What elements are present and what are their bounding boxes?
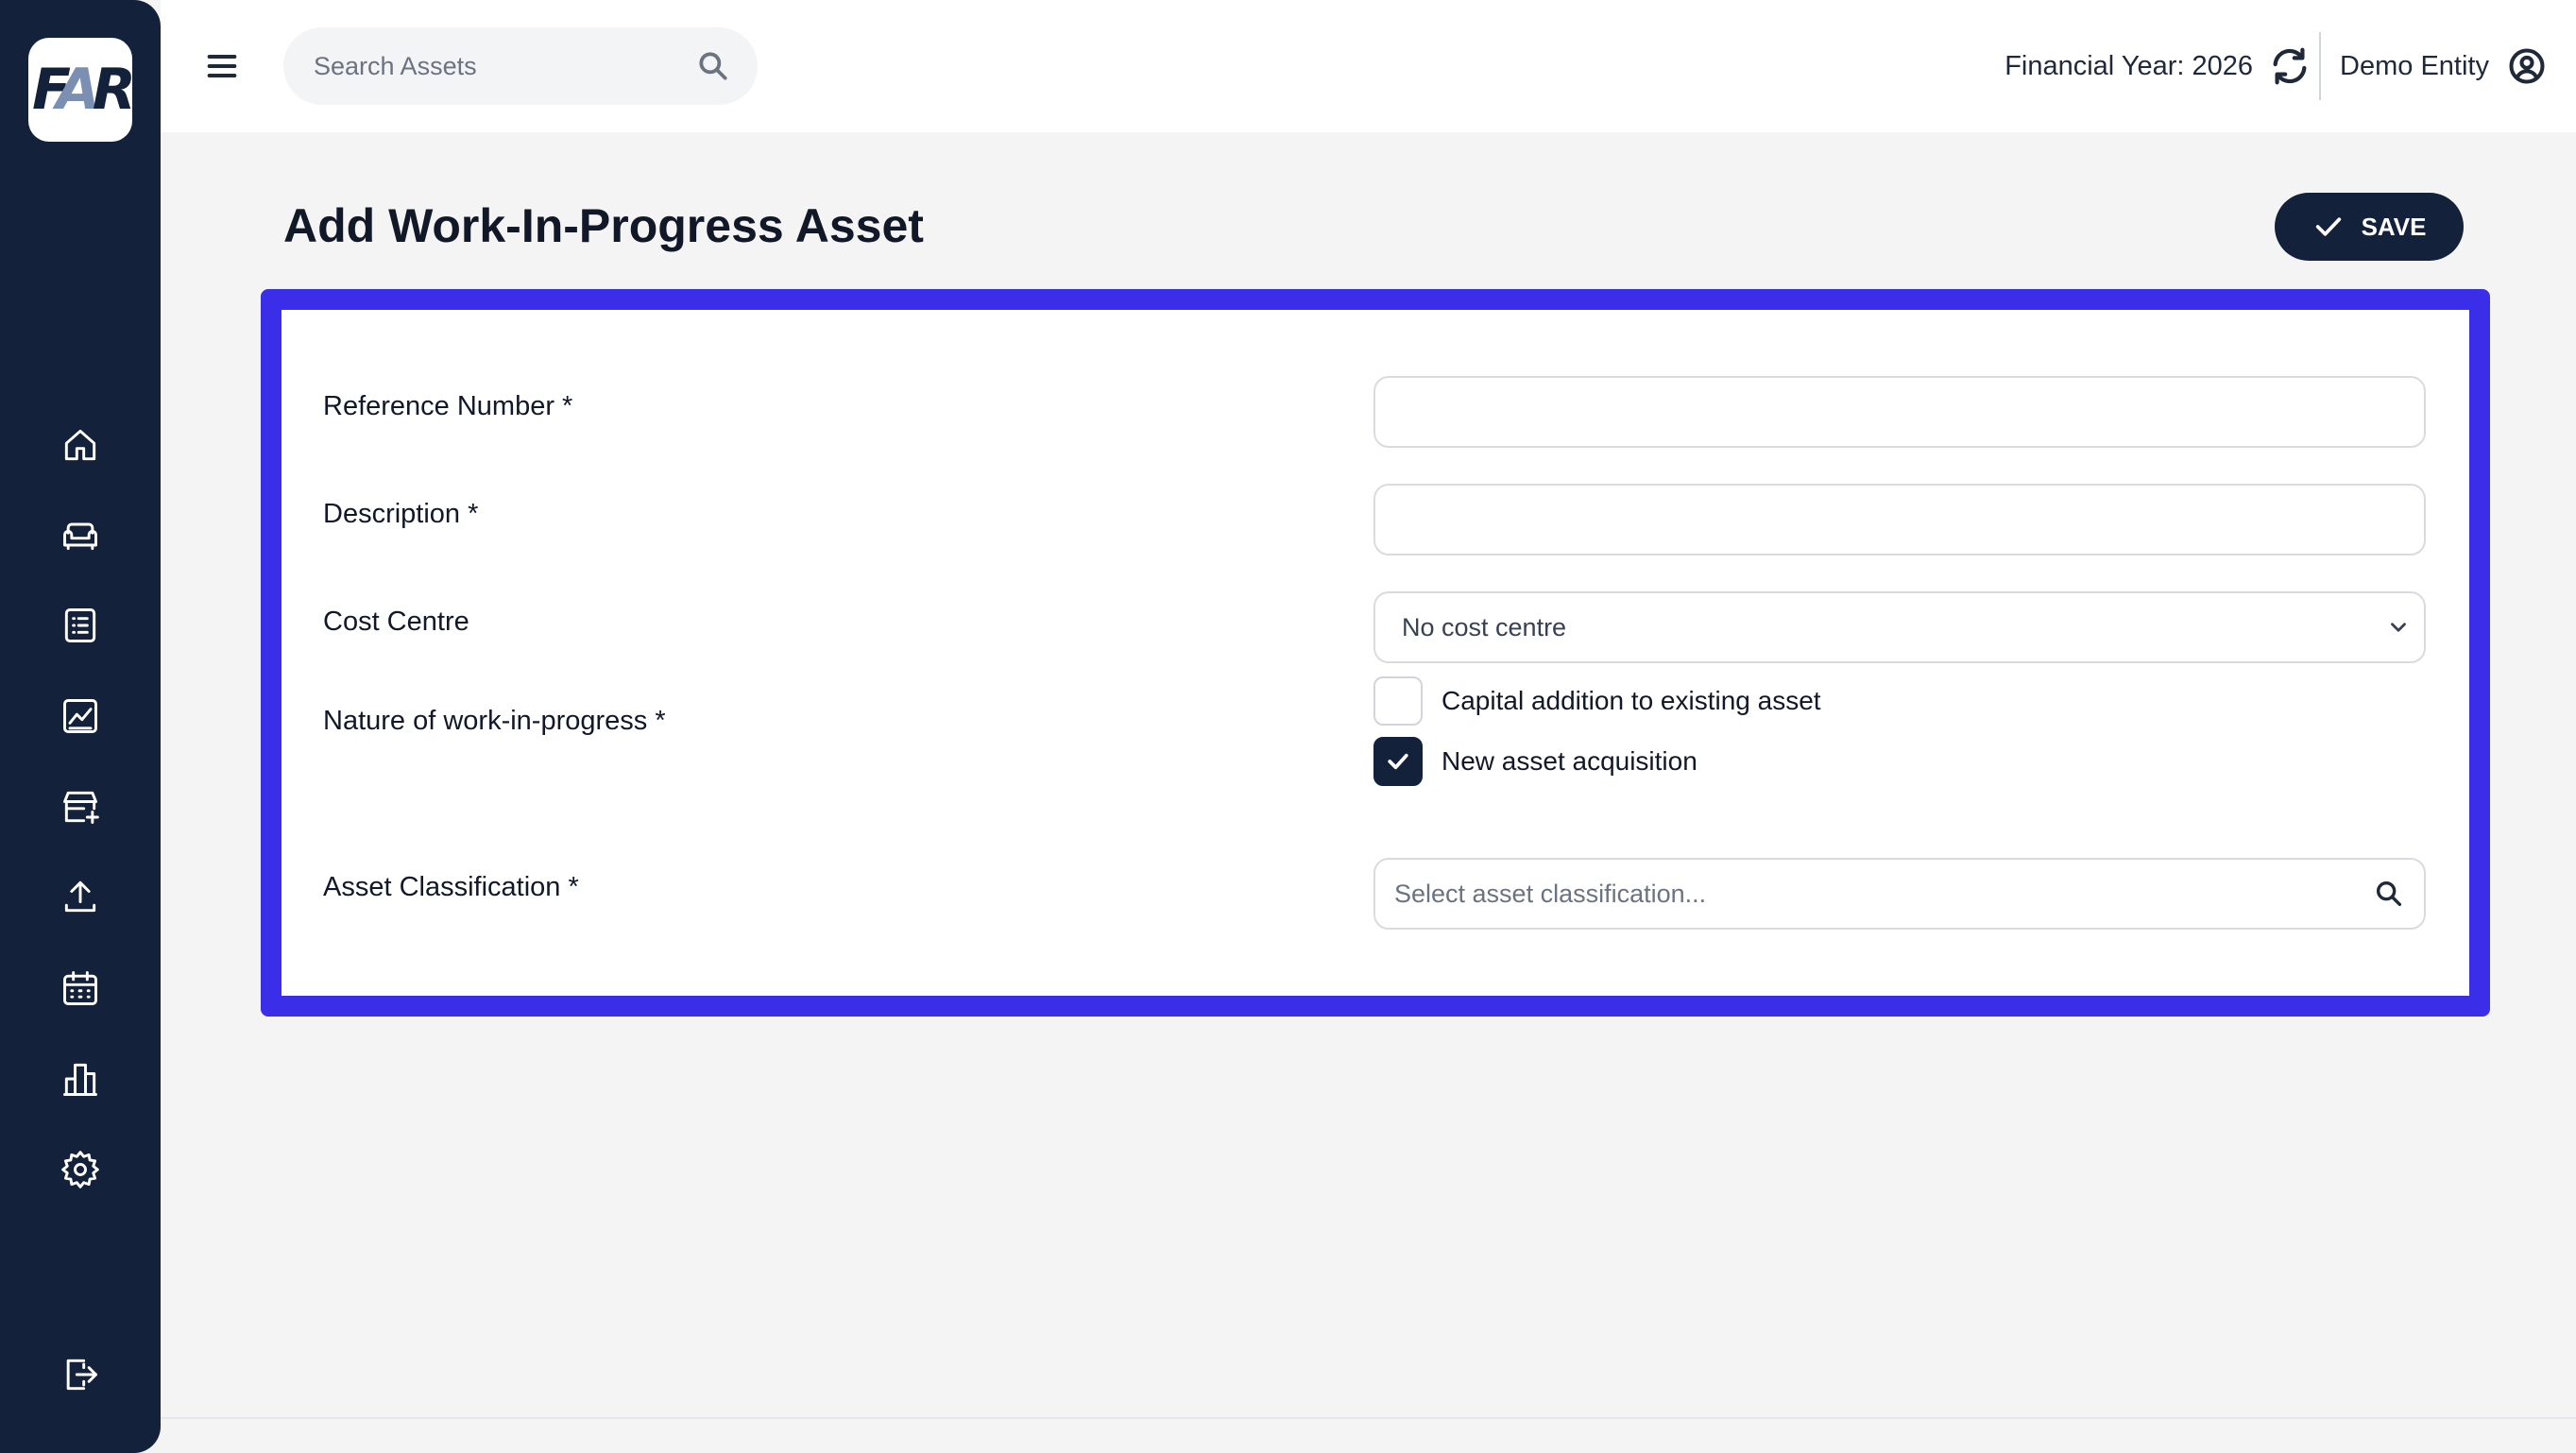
search-bar bbox=[283, 27, 758, 105]
capital-addition-checkbox[interactable] bbox=[1373, 676, 1423, 726]
capital-addition-option[interactable]: Capital addition to existing asset bbox=[1373, 676, 1821, 726]
new-asset-acquisition-label: New asset acquisition bbox=[1442, 746, 1697, 776]
reference-number-input[interactable] bbox=[1373, 376, 2426, 448]
entity-name: Demo Entity bbox=[2340, 50, 2489, 81]
cost-centre-selected-value: No cost centre bbox=[1402, 612, 1567, 641]
register-list-icon[interactable] bbox=[57, 602, 104, 649]
new-asset-acquisition-option[interactable]: New asset acquisition bbox=[1373, 737, 1697, 786]
footer-divider bbox=[161, 1417, 2576, 1419]
search-icon[interactable] bbox=[695, 48, 731, 84]
description-input[interactable] bbox=[1373, 484, 2426, 556]
header-divider bbox=[2319, 32, 2321, 100]
user-account-icon[interactable] bbox=[2506, 45, 2548, 87]
save-button[interactable]: SAVE bbox=[2275, 193, 2464, 261]
new-asset-acquisition-checkbox[interactable] bbox=[1373, 737, 1423, 786]
save-button-label: SAVE bbox=[2361, 212, 2427, 241]
reports-chart-icon[interactable] bbox=[57, 692, 104, 740]
logout-icon[interactable] bbox=[57, 1351, 104, 1398]
page-title: Add Work-In-Progress Asset bbox=[283, 199, 924, 252]
refresh-icon[interactable] bbox=[2268, 44, 2312, 88]
top-bar: Financial Year: 2026 Demo Entity bbox=[161, 0, 2576, 132]
app-logo[interactable]: FAR bbox=[28, 38, 136, 142]
hamburger-menu-icon[interactable] bbox=[198, 43, 246, 90]
asset-classification-label: Asset Classification * bbox=[323, 872, 579, 902]
wip-asset-form: Reference Number * Description * Cost Ce… bbox=[281, 310, 2469, 996]
description-label: Description * bbox=[323, 499, 479, 529]
form-highlight-frame: Reference Number * Description * Cost Ce… bbox=[261, 289, 2490, 1017]
logo-text: FAR bbox=[32, 57, 136, 123]
search-input[interactable] bbox=[314, 51, 695, 81]
asset-classification-placeholder: Select asset classification... bbox=[1394, 879, 1707, 908]
gear-icon[interactable] bbox=[57, 1146, 104, 1193]
reference-number-label: Reference Number * bbox=[323, 391, 573, 421]
search-icon[interactable] bbox=[2373, 878, 2405, 910]
nature-of-wip-label: Nature of work-in-progress * bbox=[323, 706, 666, 736]
capital-addition-label: Capital addition to existing asset bbox=[1442, 686, 1821, 715]
home-icon[interactable] bbox=[57, 421, 104, 469]
check-icon bbox=[2315, 217, 2341, 236]
chevron-down-icon bbox=[2391, 623, 2406, 632]
cost-centre-label: Cost Centre bbox=[323, 607, 469, 637]
financial-year-label: Financial Year: 2026 bbox=[2005, 50, 2253, 81]
add-asset-store-icon[interactable] bbox=[57, 783, 104, 830]
check-icon bbox=[1388, 753, 1408, 770]
entity-selector[interactable]: Demo Entity bbox=[2340, 42, 2548, 91]
assets-icon[interactable] bbox=[57, 511, 104, 558]
upload-icon[interactable] bbox=[57, 873, 104, 920]
asset-classification-combobox[interactable]: Select asset classification... bbox=[1373, 858, 2426, 930]
bar-chart-icon[interactable] bbox=[57, 1055, 104, 1103]
financial-year-selector[interactable]: Financial Year: 2026 bbox=[2005, 42, 2312, 91]
calendar-icon[interactable] bbox=[57, 965, 104, 1012]
sidebar: FAR bbox=[0, 0, 161, 1453]
cost-centre-select[interactable]: No cost centre bbox=[1373, 591, 2426, 663]
